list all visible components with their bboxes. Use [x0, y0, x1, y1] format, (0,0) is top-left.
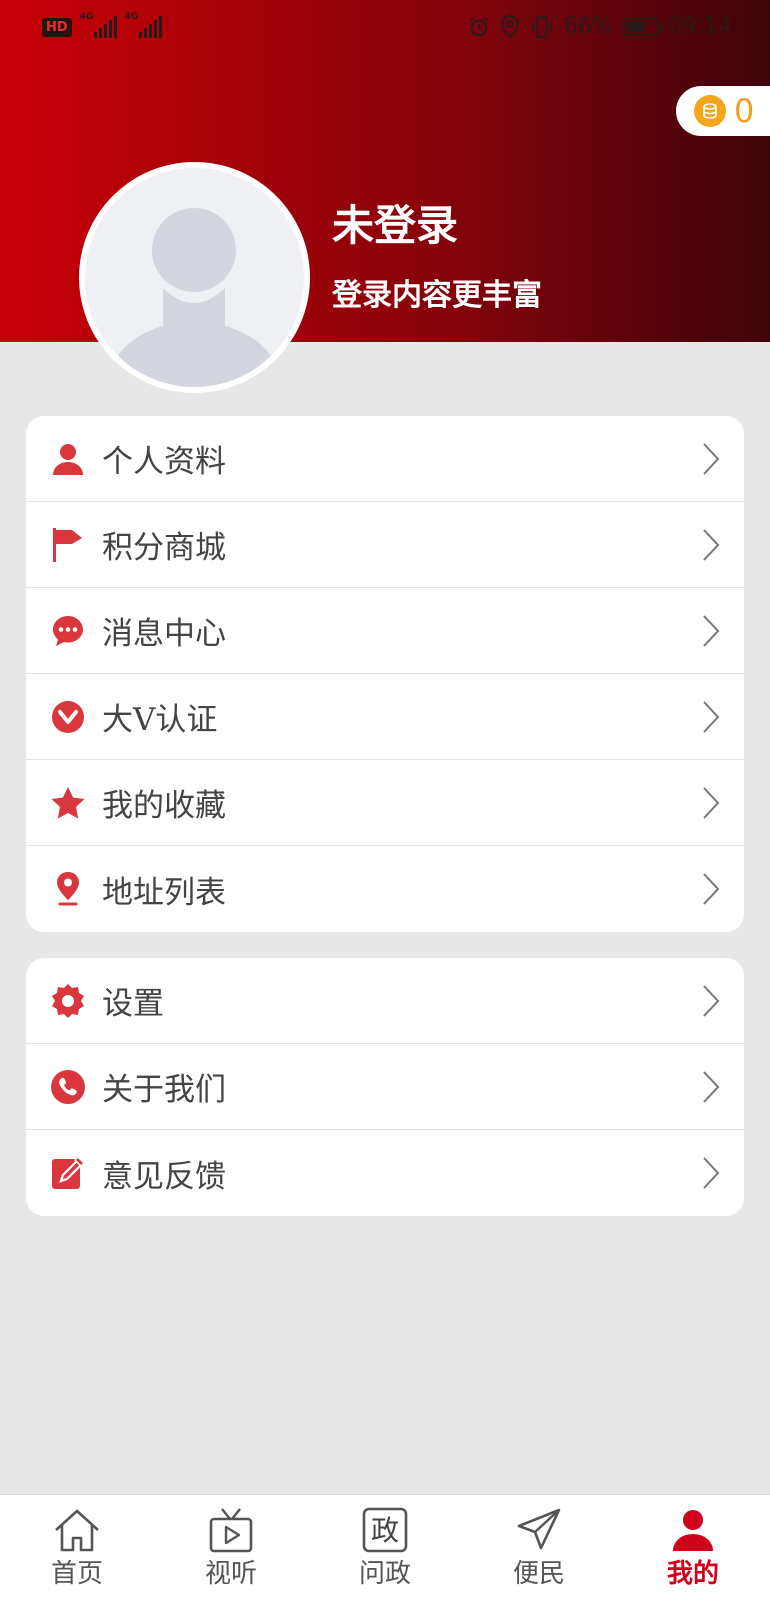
svg-text:政: 政 — [371, 1514, 399, 1547]
menu-label: 积分商城 — [102, 530, 226, 566]
chevron-right-icon — [703, 443, 720, 475]
login-prompt[interactable]: 登录内容更丰富 — [332, 270, 542, 314]
tab-label: 问政 — [358, 1559, 411, 1589]
status-time: 09:14 — [668, 14, 732, 39]
menu-item-settings[interactable]: 设置 — [26, 958, 744, 1044]
battery-percent: 66% — [563, 14, 613, 39]
default-avatar-icon — [105, 208, 284, 387]
signal-icon-2: 4G — [125, 12, 162, 38]
menu-label: 意见反馈 — [102, 1158, 226, 1195]
person-icon — [50, 441, 86, 477]
gear-icon — [50, 983, 86, 1019]
send-icon — [513, 1507, 565, 1553]
chevron-right-icon — [703, 873, 720, 905]
coin-balance-button[interactable]: 0 — [676, 86, 770, 136]
menu-label: 地址列表 — [102, 874, 226, 911]
status-right: 66% 09:14 — [468, 14, 732, 39]
location-icon — [500, 14, 519, 38]
avatar[interactable] — [79, 162, 310, 393]
star-icon — [50, 785, 86, 821]
status-left: HD 4G 4G — [42, 12, 162, 38]
phone-icon — [50, 1069, 86, 1105]
tv-icon — [205, 1507, 257, 1553]
v-badge-icon — [50, 699, 86, 735]
battery-icon — [622, 17, 663, 36]
tab-label: 我的 — [666, 1559, 719, 1589]
tab-label: 视听 — [204, 1559, 257, 1589]
tab-label: 首页 — [50, 1559, 103, 1589]
menu-item-feedback[interactable]: 意见反馈 — [26, 1130, 744, 1216]
coin-count: 0 — [734, 92, 755, 130]
user-name[interactable]: 未登录 — [332, 192, 458, 253]
menu-label: 关于我们 — [102, 1072, 226, 1108]
tab-mine[interactable]: 我的 — [616, 1495, 770, 1600]
chevron-right-icon — [703, 529, 720, 561]
menu-item-profile[interactable]: 个人资料 — [26, 416, 744, 502]
alarm-icon — [469, 16, 488, 36]
tab-politics[interactable]: 政 问政 — [308, 1495, 462, 1600]
menu-label: 设置 — [102, 986, 164, 1022]
status-bar: HD 4G 4G 66% 09:14 — [0, 0, 770, 58]
zheng-icon: 政 — [359, 1507, 411, 1553]
menu-label: 个人资料 — [102, 444, 226, 480]
flag-icon — [50, 527, 86, 563]
chat-icon — [50, 613, 86, 649]
chevron-right-icon — [703, 985, 720, 1017]
user-icon — [667, 1507, 719, 1553]
coin-icon — [694, 95, 726, 127]
chevron-right-icon — [703, 615, 720, 647]
menu-item-addresses[interactable]: 地址列表 — [26, 846, 744, 932]
menu-card-secondary: 设置 关于我们 意见反馈 — [26, 958, 744, 1216]
signal-icon: 4G — [80, 12, 117, 38]
menu-label: 消息中心 — [102, 616, 226, 652]
tab-video[interactable]: 视听 — [154, 1495, 308, 1600]
menu-label: 大V认证 — [102, 702, 218, 738]
tab-home[interactable]: 首页 — [0, 1495, 154, 1600]
chevron-right-icon — [703, 701, 720, 733]
home-icon — [51, 1507, 103, 1553]
menu-item-messages[interactable]: 消息中心 — [26, 588, 744, 674]
menu-item-points-mall[interactable]: 积分商城 — [26, 502, 744, 588]
chevron-right-icon — [703, 1071, 720, 1103]
menu-item-about[interactable]: 关于我们 — [26, 1044, 744, 1130]
location-pin-icon — [50, 871, 86, 907]
menu-label: 我的收藏 — [102, 788, 226, 824]
tab-services[interactable]: 便民 — [462, 1495, 616, 1600]
menu-card-primary: 个人资料 积分商城 消息中心 大V认证 我的收藏 地址列表 — [26, 416, 744, 932]
edit-icon — [50, 1155, 86, 1191]
menu-item-favorites[interactable]: 我的收藏 — [26, 760, 744, 846]
hd-badge: HD — [42, 17, 72, 37]
vibrate-icon — [531, 15, 552, 38]
tab-label: 便民 — [512, 1559, 565, 1589]
menu-item-verification[interactable]: 大V认证 — [26, 674, 744, 760]
chevron-right-icon — [703, 1157, 720, 1189]
bottom-tab-bar: 首页 视听 政 问政 便民 我的 — [0, 1494, 770, 1600]
chevron-right-icon — [703, 787, 720, 819]
